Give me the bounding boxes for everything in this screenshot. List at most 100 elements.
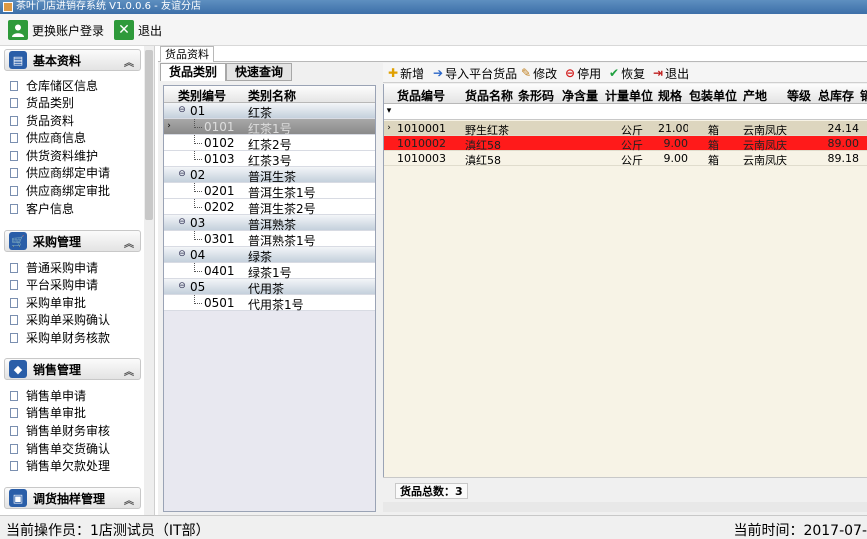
status-bar: 当前操作员：1店测试员（IT部） 当前时间：2017-07-	[0, 515, 867, 539]
collapse-icon[interactable]: ⊖	[178, 250, 186, 259]
tree-connector	[194, 127, 202, 128]
document-icon	[10, 132, 18, 143]
category-parent-row[interactable]: ⊖ 03 普洱熟茶	[164, 215, 375, 232]
sidebar-item-warehouse[interactable]: 仓库储区信息	[10, 77, 98, 94]
col-goods-id[interactable]: 货品编号	[397, 87, 445, 104]
col-pack-unit[interactable]: 包装单位	[689, 87, 737, 104]
disable-button[interactable]: ⊖ 停用	[565, 65, 601, 81]
collapse-icon[interactable]: ⊖	[178, 282, 186, 291]
chevron-up-icon: ︽	[124, 496, 134, 507]
sidebar-item-sales-delivery[interactable]: 销售单交货确认	[10, 440, 110, 457]
sidebar-item-purchase-finance[interactable]: 采购单财务核款	[10, 329, 110, 346]
section-basic-info[interactable]: ▤ 基本资料 ︽	[4, 49, 141, 71]
category-child-row[interactable]: 0103 红茶3号	[164, 151, 375, 168]
sidebar-item-customer-info[interactable]: 客户信息	[10, 200, 74, 217]
sidebar-item-sales-arrears[interactable]: 销售单欠款处理	[10, 457, 110, 474]
sidebar-item-supplier-info[interactable]: 供应商信息	[10, 129, 86, 146]
section-transfer-sampling[interactable]: ▣ 调货抽样管理 ︽	[4, 487, 141, 509]
goods-filter-row[interactable]: ▾	[384, 104, 867, 120]
document-icon	[10, 150, 18, 161]
check-icon: ✔	[609, 66, 620, 80]
col-spec[interactable]: 规格	[658, 87, 682, 104]
edit-button[interactable]: ✎ 修改	[521, 65, 557, 81]
category-parent-row[interactable]: ⊖ 01 红茶	[164, 103, 375, 120]
exit-icon: ⇥	[653, 66, 664, 80]
category-code: 05	[190, 280, 206, 294]
sidebar-item-supplier-bind-apply[interactable]: 供应商绑定申请	[10, 164, 110, 181]
goods-row[interactable]: 1010003 滇红58 公斤 9.00 箱 云南凤庆 89.18	[384, 151, 867, 167]
goods-row[interactable]: 1010002 滇红58 公斤 9.00 箱云南凤庆 89.00	[384, 136, 867, 152]
sidebar-item-purchase-confirm[interactable]: 采购单采购确认	[10, 311, 110, 328]
sidebar-item-sales-approve[interactable]: 销售单审批	[10, 404, 86, 421]
section-title: 调货抽样管理	[33, 491, 106, 506]
sidebar-item-supply-maintenance[interactable]: 供货资料维护	[10, 147, 98, 164]
category-code: 03	[190, 216, 206, 230]
col-category-code[interactable]: 类别编号	[178, 87, 226, 104]
category-child-row[interactable]: 0102 红茶2号	[164, 135, 375, 152]
sidebar-item-goods-info[interactable]: 货品资料	[10, 112, 74, 129]
sidebar: ▤ 基本资料 ︽ 仓库储区信息 货品类别 货品资料 供应商信息 供货资料维护 供…	[0, 46, 155, 515]
switch-account-button[interactable]: 更换账户登录	[8, 18, 104, 42]
chevron-up-icon: ︽	[124, 58, 134, 69]
section-title: 销售管理	[33, 362, 82, 377]
sidebar-item-sales-finance[interactable]: 销售单财务审核	[10, 422, 110, 439]
col-category-name[interactable]: 类别名称	[248, 87, 296, 104]
goods-row[interactable]: › 1010001 野生红茶 公斤 21.00 箱云南凤庆 24.14	[384, 121, 867, 137]
category-child-row[interactable]: › 0101 红茶1号	[164, 119, 375, 136]
category-parent-row[interactable]: ⊖ 02 普洱生茶	[164, 167, 375, 184]
category-parent-row[interactable]: ⊖ 05 代用茶	[164, 279, 375, 296]
box-icon: ▣	[9, 489, 27, 507]
stop-icon: ⊖	[565, 66, 576, 80]
col-unit[interactable]: 计量单位	[605, 87, 653, 104]
sidebar-item-purchase-approve[interactable]: 采购单审批	[10, 294, 86, 311]
chevron-up-icon: ︽	[124, 367, 134, 378]
col-net-content[interactable]: 净含量	[562, 87, 598, 104]
sidebar-item-normal-purchase[interactable]: 普通采购申请	[10, 259, 98, 276]
category-code: 0301	[204, 232, 235, 246]
tab-quick-search[interactable]: 快速查询	[226, 63, 292, 81]
category-child-row[interactable]: 0301 普洱熟茶1号	[164, 231, 375, 248]
goods-cell-stock: 89.00	[827, 137, 860, 150]
app-icon	[3, 2, 13, 12]
book-icon: ▤	[9, 51, 27, 69]
collapse-icon[interactable]: ⊖	[178, 218, 186, 227]
category-parent-row[interactable]: ⊖ 04 绿茶	[164, 247, 375, 264]
current-time: 当前时间：2017-07-	[733, 523, 867, 539]
col-origin[interactable]: 产地	[743, 87, 767, 104]
import-button[interactable]: ➔ 导入平台货品	[433, 65, 517, 81]
category-code: 02	[190, 168, 206, 182]
col-goods-name[interactable]: 货品名称	[465, 87, 513, 104]
section-purchase[interactable]: 🛒 采购管理 ︽	[4, 230, 141, 252]
add-button[interactable]: ✚ 新增	[388, 65, 424, 81]
sidebar-item-goods-category[interactable]: 货品类别	[10, 94, 74, 111]
document-icon	[10, 407, 18, 418]
exit-button[interactable]: ✕ 退出	[114, 18, 162, 42]
col-barcode[interactable]: 条形码	[518, 87, 554, 104]
collapse-icon[interactable]: ⊖	[178, 170, 186, 179]
col-sales[interactable]: 销	[860, 87, 867, 104]
category-child-row[interactable]: 0401 绿茶1号	[164, 263, 375, 280]
sidebar-item-platform-purchase[interactable]: 平台采购申请	[10, 276, 98, 293]
document-icon	[10, 297, 18, 308]
category-code: 0102	[204, 136, 235, 150]
section-sales[interactable]: ◆ 销售管理 ︽	[4, 358, 141, 380]
tab-goods-info[interactable]: 货品资料	[160, 46, 214, 62]
tree-connector	[194, 303, 202, 304]
tab-goods-category[interactable]: 货品类别	[160, 63, 226, 81]
top-toolbar: 更换账户登录 ✕ 退出	[0, 14, 867, 46]
category-child-row[interactable]: 0201 普洱生茶1号	[164, 183, 375, 200]
scroll-thumb[interactable]	[145, 50, 153, 220]
goods-cell-unit: 公斤	[621, 154, 643, 167]
category-child-row[interactable]: 0501 代用茶1号	[164, 295, 375, 312]
restore-button[interactable]: ✔ 恢复	[609, 65, 645, 81]
sidebar-item-sales-apply[interactable]: 销售单申请	[10, 387, 86, 404]
collapse-icon[interactable]: ⊖	[178, 106, 186, 115]
document-icon	[10, 185, 18, 196]
sidebar-scrollbar[interactable]	[144, 46, 154, 515]
exit-goods-button[interactable]: ⇥ 退出	[653, 65, 689, 81]
category-child-row[interactable]: 0202 普洱生茶2号	[164, 199, 375, 216]
col-grade[interactable]: 等级	[787, 87, 811, 104]
sidebar-item-supplier-bind-approve[interactable]: 供应商绑定审批	[10, 182, 110, 199]
col-total-stock[interactable]: 总库存	[818, 87, 854, 104]
goods-hscrollbar[interactable]	[383, 502, 867, 512]
